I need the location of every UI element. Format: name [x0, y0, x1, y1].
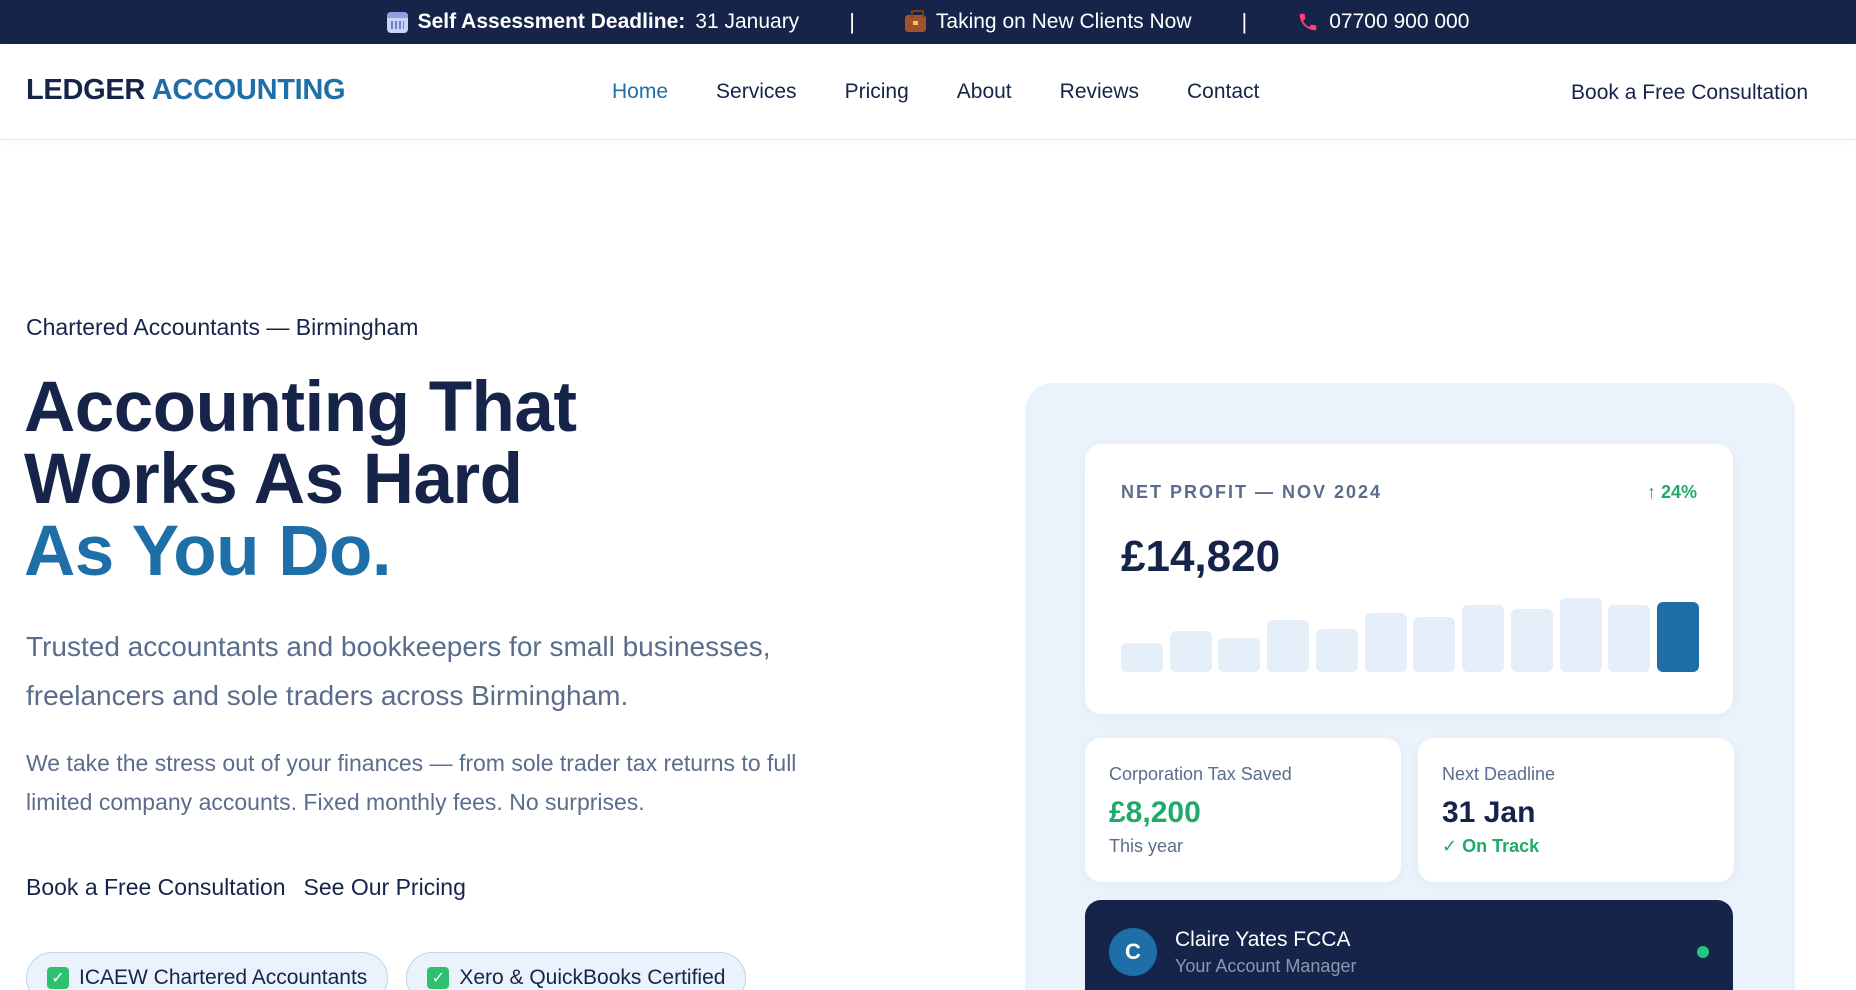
hero-cta-group: Book a Free Consultation See Our Pricing: [26, 874, 466, 901]
badge-xero-quickbooks: ✓ Xero & QuickBooks Certified: [406, 952, 747, 990]
next-deadline-value: 31 Jan: [1442, 796, 1536, 829]
profit-bar: [1462, 605, 1505, 672]
clients-notice: Taking on New Clients Now: [904, 10, 1192, 34]
nav-services[interactable]: Services: [716, 80, 797, 104]
profit-bar-chart: [1121, 598, 1699, 672]
deadline-value: 31 January: [695, 10, 800, 33]
headline-line-2: Works As Hard: [24, 440, 523, 519]
headline-accent: As You Do.: [24, 512, 392, 591]
separator: |: [1241, 9, 1248, 34]
profit-bar: [1315, 629, 1358, 672]
profit-bar: [1364, 613, 1407, 672]
profit-bar: [1510, 609, 1553, 672]
net-profit-delta: ↑ 24%: [1646, 482, 1697, 502]
briefcase-icon: [904, 10, 926, 32]
badge-label: Xero & QuickBooks Certified: [459, 966, 726, 989]
next-deadline-label: Next Deadline: [1442, 764, 1556, 784]
tax-saved-card: Corporation Tax Saved £8,200 This year: [1085, 738, 1401, 882]
profit-bar: [1657, 602, 1699, 672]
net-profit-label: NET PROFIT — NOV 2024: [1121, 482, 1383, 502]
see-pricing-button[interactable]: See Our Pricing: [304, 874, 466, 901]
manager-role: Your Account Manager: [1175, 956, 1357, 976]
net-profit-card: NET PROFIT — NOV 2024 ↑ 24% £14,820: [1085, 444, 1733, 714]
phone-icon: [1299, 13, 1317, 31]
profit-bar: [1169, 631, 1212, 672]
avatar: C: [1109, 928, 1157, 976]
main-navbar: LEDGER ACCOUNTING Home Services Pricing …: [0, 44, 1856, 140]
nav-contact[interactable]: Contact: [1187, 80, 1259, 104]
nav-pricing[interactable]: Pricing: [845, 80, 909, 104]
phone-number: 07700 900 000: [1329, 10, 1470, 33]
badge-label: ICAEW Chartered Accountants: [79, 966, 368, 989]
site-logo[interactable]: LEDGER ACCOUNTING: [26, 74, 346, 107]
tax-saved-period: This year: [1109, 836, 1184, 856]
net-profit-value: £14,820: [1121, 532, 1281, 581]
logo-part-2: ACCOUNTING: [151, 74, 346, 106]
profit-bar: [1267, 620, 1310, 672]
headline-line-1: Accounting That: [24, 368, 577, 447]
accreditation-badges: ✓ ICAEW Chartered Accountants ✓ Xero & Q…: [26, 952, 747, 990]
online-status-dot: [1697, 946, 1709, 958]
nav-reviews[interactable]: Reviews: [1060, 80, 1139, 104]
badge-icaew: ✓ ICAEW Chartered Accountants: [26, 952, 389, 990]
deadline-status: ✓ On Track: [1442, 836, 1540, 856]
deadline-notice: Self Assessment Deadline: 31 January: [386, 10, 800, 34]
separator: |: [849, 9, 855, 34]
clients-text: Taking on New Clients Now: [935, 10, 1192, 33]
nav-about[interactable]: About: [957, 80, 1012, 104]
hero-headline: Accounting That Works As Hard As You Do.: [24, 372, 577, 588]
profit-bar: [1413, 617, 1456, 672]
next-deadline-card: Next Deadline 31 Jan ✓ On Track: [1418, 738, 1734, 882]
tax-saved-label: Corporation Tax Saved: [1109, 764, 1292, 784]
tax-saved-value: £8,200: [1109, 796, 1201, 829]
profit-bar: [1121, 643, 1163, 672]
announcement-bar: Self Assessment Deadline: 31 January | T…: [0, 0, 1856, 44]
check-icon: ✓: [427, 967, 450, 989]
profit-bar: [1608, 605, 1651, 672]
hero-lead: Trusted accountants and bookkeepers for …: [26, 631, 771, 711]
nav-menu: Home Services Pricing About Reviews Cont…: [612, 80, 1307, 104]
manager-name: Claire Yates FCCA: [1175, 928, 1351, 951]
phone-link[interactable]: 07700 900 000: [1297, 10, 1469, 34]
logo-part-1: LEDGER: [26, 74, 146, 106]
profit-bar: [1218, 638, 1261, 672]
check-icon: ✓: [47, 967, 69, 989]
book-consultation-button[interactable]: Book a Free Consultation: [26, 874, 286, 901]
calendar-icon: [386, 11, 408, 33]
nav-consultation-button[interactable]: Book a Free Consultation: [1571, 81, 1808, 105]
hero-body: We take the stress out of your finances …: [26, 750, 797, 815]
hero-eyebrow: Chartered Accountants — Birmingham: [26, 314, 419, 340]
nav-home[interactable]: Home: [612, 80, 668, 104]
deadline-label: Self Assessment Deadline:: [417, 10, 686, 33]
account-manager-card: C Claire Yates FCCA Your Account Manager: [1085, 900, 1733, 990]
profit-bar: [1559, 598, 1602, 672]
